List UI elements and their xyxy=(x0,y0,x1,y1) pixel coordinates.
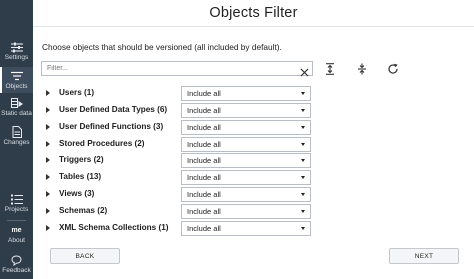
list-icon xyxy=(10,193,23,205)
expand-arrow-icon[interactable] xyxy=(46,208,50,214)
include-select-value: Include all xyxy=(187,190,221,199)
object-type-label: Tables (13) xyxy=(59,172,102,181)
object-type-label: Stored Procedures (2) xyxy=(59,139,145,148)
close-icon[interactable] xyxy=(300,64,309,77)
object-type-label: Schemas (2) xyxy=(59,206,108,215)
sidebar-item-projects[interactable]: Projects xyxy=(0,193,33,217)
expand-arrow-icon[interactable] xyxy=(46,157,50,163)
object-type-label: Views (3) xyxy=(59,189,95,198)
expand-arrow-icon[interactable] xyxy=(46,225,50,231)
object-row-xml-schema-collections: XML Schema Collections (1) Include all xyxy=(41,221,311,236)
next-button[interactable]: NEXT xyxy=(389,248,459,264)
include-select[interactable]: Include all xyxy=(181,221,311,236)
sidebar-item-label: Objects xyxy=(5,83,28,90)
include-select[interactable]: Include all xyxy=(181,86,311,101)
expand-arrow-icon[interactable] xyxy=(46,107,50,113)
include-select[interactable]: Include all xyxy=(181,170,311,185)
object-type-label: User Defined Data Types (6) xyxy=(59,105,168,114)
expand-arrow-icon[interactable] xyxy=(46,90,50,96)
chevron-down-icon xyxy=(301,126,305,129)
chevron-down-icon xyxy=(301,143,305,146)
object-row-users: Users (1) Include all xyxy=(41,86,311,101)
sidebar-item-about[interactable]: me About xyxy=(0,224,33,248)
include-select-value: Include all xyxy=(187,123,221,132)
chevron-down-icon xyxy=(301,210,305,213)
object-type-label: XML Schema Collections (1) xyxy=(59,223,169,232)
sidebar-item-objects[interactable]: Objects xyxy=(0,67,33,93)
object-row-triggers: Triggers (2) Include all xyxy=(41,153,311,168)
expand-arrow-icon[interactable] xyxy=(46,124,50,130)
page-title: Objects Filter xyxy=(209,5,298,21)
include-select-value: Include all xyxy=(187,106,221,115)
chevron-down-icon xyxy=(301,193,305,196)
expand-arrow-icon[interactable] xyxy=(46,141,50,147)
sidebar-item-changes[interactable]: Changes xyxy=(0,126,33,150)
object-type-label: Users (1) xyxy=(59,88,95,97)
filter-box xyxy=(41,61,313,77)
include-select-value: Include all xyxy=(187,140,221,149)
sidebar-item-label: Feedback xyxy=(2,267,31,274)
include-select[interactable]: Include all xyxy=(181,120,311,135)
chevron-down-icon xyxy=(301,159,305,162)
object-row-user-defined-data-types: User Defined Data Types (6) Include all xyxy=(41,103,311,118)
include-select[interactable]: Include all xyxy=(181,187,311,202)
app-window: Settings Objects Static data Changes Pro xyxy=(0,0,474,279)
sidebar-item-feedback[interactable]: Feedback xyxy=(0,254,33,278)
refresh-icon[interactable] xyxy=(387,62,399,75)
include-select-value: Include all xyxy=(187,224,221,233)
expand-all-icon[interactable] xyxy=(324,62,336,75)
include-select[interactable]: Include all xyxy=(181,153,311,168)
object-type-label: User Defined Functions (3) xyxy=(59,122,164,131)
filter-input[interactable] xyxy=(47,63,297,74)
collapse-all-icon[interactable] xyxy=(356,62,368,75)
back-button[interactable]: BACK xyxy=(50,248,120,264)
object-row-schemas: Schemas (2) Include all xyxy=(41,204,311,219)
chevron-down-icon xyxy=(301,227,305,230)
object-row-user-defined-functions: User Defined Functions (3) Include all xyxy=(41,120,311,135)
sidebar-item-label: Settings xyxy=(4,54,29,61)
sidebar-item-label: Projects xyxy=(4,206,29,213)
page-header: Objects Filter xyxy=(33,0,474,27)
sidebar-item-label: About xyxy=(8,237,25,244)
include-select-value: Include all xyxy=(187,156,221,165)
expand-arrow-icon[interactable] xyxy=(46,191,50,197)
sidebar-item-static-data[interactable]: Static data xyxy=(0,97,33,121)
sidebar-item-label: Changes xyxy=(3,139,30,146)
chevron-down-icon xyxy=(301,92,305,95)
include-select-value: Include all xyxy=(187,207,221,216)
object-row-stored-procedures: Stored Procedures (2) Include all xyxy=(41,137,311,152)
chevron-down-icon xyxy=(301,109,305,112)
object-row-tables: Tables (13) Include all xyxy=(41,170,311,185)
expand-arrow-icon[interactable] xyxy=(46,174,50,180)
include-select-value: Include all xyxy=(187,89,221,98)
include-select[interactable]: Include all xyxy=(181,103,311,118)
object-type-label: Triggers (2) xyxy=(59,155,104,164)
sidebar: Settings Objects Static data Changes Pro xyxy=(0,0,33,279)
page-description: Choose objects that should be versioned … xyxy=(42,42,282,52)
object-row-views: Views (3) Include all xyxy=(41,187,311,202)
sidebar-divider xyxy=(7,220,26,221)
include-select-value: Include all xyxy=(187,173,221,182)
document-icon xyxy=(12,126,22,138)
chat-bubble-icon xyxy=(11,254,22,266)
sliders-icon xyxy=(10,41,23,53)
filter-lines-icon xyxy=(10,70,23,82)
sidebar-item-settings[interactable]: Settings xyxy=(0,41,33,65)
about-badge: me xyxy=(11,226,22,234)
include-select[interactable]: Include all xyxy=(181,204,311,219)
include-select[interactable]: Include all xyxy=(181,137,311,152)
sidebar-item-label: Static data xyxy=(1,110,32,117)
table-play-icon xyxy=(10,97,23,109)
chevron-down-icon xyxy=(301,176,305,179)
